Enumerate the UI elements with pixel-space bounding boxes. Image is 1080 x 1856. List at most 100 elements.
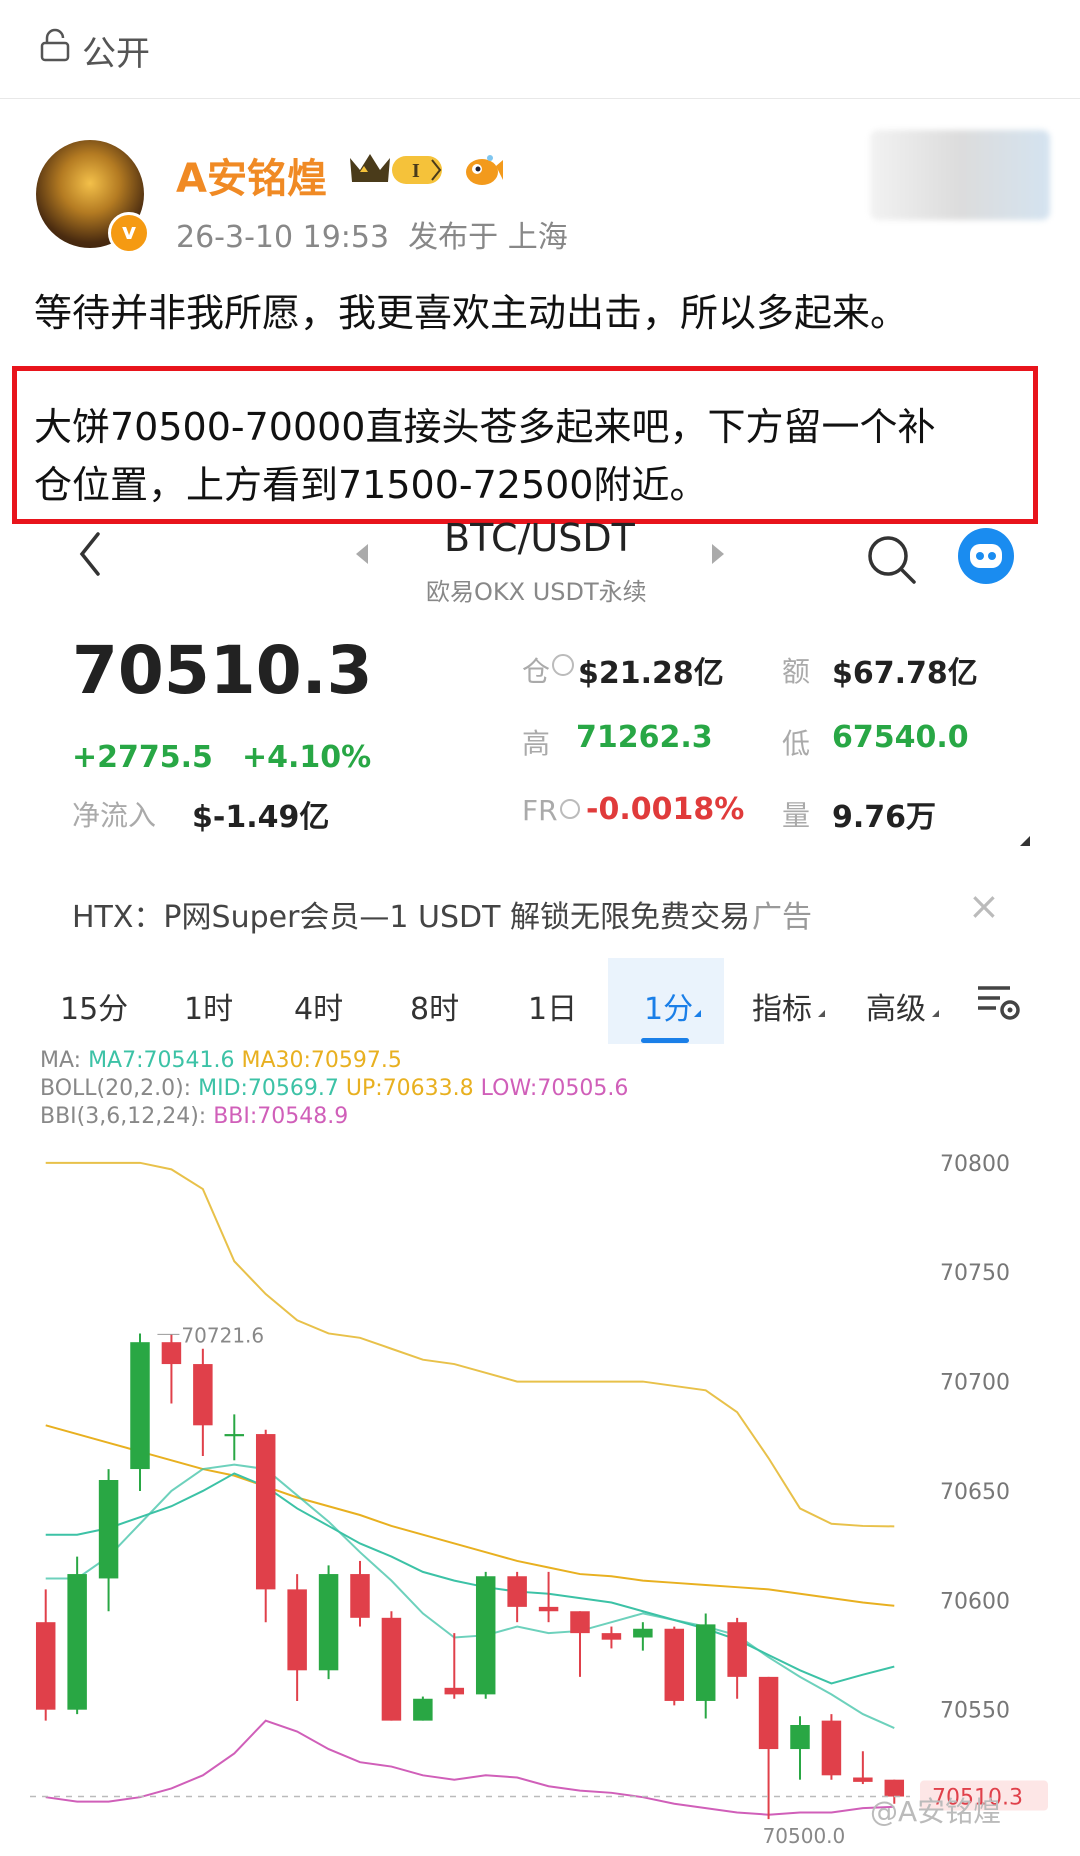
rank-badge-text: I	[412, 160, 420, 182]
candle-body	[98, 1480, 119, 1579]
y-tick-label: 70750	[940, 1261, 1010, 1286]
back-arrow-icon[interactable]	[78, 530, 102, 578]
post-text-line1: 等待并非我所愿，我更喜欢主动出击，所以多起来。	[34, 291, 909, 335]
low-label: 低	[782, 727, 811, 760]
bbi-legend-value: BBI:70548.9	[213, 1104, 349, 1129]
candle-body	[130, 1342, 150, 1470]
ma7-legend: MA7:70541.6	[88, 1048, 235, 1073]
candle-body	[255, 1434, 276, 1590]
max-price-label: 70721.6	[181, 1323, 264, 1347]
search-icon[interactable]	[864, 532, 920, 588]
tab-8h[interactable]: 8时	[410, 984, 459, 1028]
candle-body	[318, 1574, 339, 1671]
netflow-label: 净流入	[72, 799, 157, 832]
tab-1h[interactable]: 1时	[184, 984, 233, 1028]
candle-body	[821, 1720, 842, 1776]
vol-value: 9.76万	[832, 800, 937, 835]
crown-badge-icon: I	[350, 154, 442, 184]
vol-label: 量	[782, 799, 811, 832]
visibility-bar: 公开	[0, 0, 1080, 99]
tab-advanced-caret-icon	[932, 1010, 939, 1017]
visibility-label: 公开	[82, 34, 150, 74]
candle-body	[161, 1342, 182, 1365]
series-line-mid	[45, 1472, 895, 1685]
change-pct: +4.10%	[242, 740, 372, 775]
ad-text[interactable]: HTX：P网Super会员—1 USDT 解锁无限免费交易	[72, 892, 750, 936]
prev-pair-icon[interactable]	[356, 544, 368, 564]
candle-body	[538, 1606, 559, 1612]
tab-advanced[interactable]: 高级	[866, 984, 926, 1028]
tab-indicators-caret-icon	[818, 1010, 825, 1017]
assistant-robot-icon[interactable]	[958, 528, 1014, 584]
high-value: 71262.3	[576, 720, 713, 755]
ma30-legend: MA30:70597.5	[241, 1048, 402, 1073]
next-pair-icon[interactable]	[712, 544, 724, 564]
y-tick-label: 70650	[940, 1480, 1010, 1505]
candle-body	[381, 1617, 402, 1721]
timeframe-tabs: 15分 1时 4时 8时 1日 1分 指标 高级	[0, 958, 1080, 1044]
tab-1m-caret-icon	[694, 1010, 701, 1017]
netflow-value: $-1.49亿	[192, 800, 330, 835]
oi-value: $21.28亿	[578, 656, 724, 691]
ad-close-icon[interactable]: ×	[968, 884, 1000, 928]
candle-body	[695, 1624, 716, 1701]
ma-legend: MA: MA7:70541.6 MA30:70597.5	[40, 1048, 402, 1073]
candle-body	[727, 1622, 747, 1677]
tab-underline	[641, 1038, 689, 1043]
ad-tag: 广告	[752, 900, 812, 935]
bbi-legend-label: BBI(3,6,12,24):	[40, 1104, 207, 1129]
last-price: 70510.3	[72, 632, 373, 709]
candle-body	[475, 1576, 496, 1695]
tab-indicators[interactable]: 指标	[752, 984, 812, 1028]
username[interactable]: A安铭煌	[176, 146, 327, 204]
series-line-ma30	[45, 1424, 895, 1607]
y-tick-label: 70550	[940, 1699, 1010, 1724]
min-price-label: 70500.0	[763, 1824, 846, 1848]
bbi-legend: BBI(3,6,12,24): BBI:70548.9	[40, 1104, 348, 1129]
candle-body	[633, 1628, 653, 1638]
tab-15m[interactable]: 15分	[60, 984, 128, 1028]
post-location: 发布于 上海	[408, 220, 568, 255]
post-timestamp: 26-3-10 19:53	[176, 220, 390, 255]
candle-body	[853, 1777, 873, 1782]
candle-body	[350, 1574, 370, 1618]
tab-1d[interactable]: 1日	[528, 984, 577, 1028]
lock-icon	[40, 28, 70, 62]
fr-label: FR	[522, 794, 558, 827]
post-meta: 26-3-10 19:53 发布于 上海	[176, 212, 568, 256]
change-abs: +2775.5	[72, 740, 213, 775]
fish-icon	[466, 155, 503, 185]
candle-body	[67, 1574, 87, 1710]
boll-up-legend: UP:70633.8	[345, 1076, 474, 1101]
follow-button-blurred[interactable]	[870, 130, 1050, 220]
candle-body	[444, 1687, 465, 1695]
tab-1m[interactable]: 1分	[644, 984, 693, 1028]
pair-title: BTC/USDT	[444, 516, 635, 560]
tab-4h[interactable]: 4时	[294, 984, 343, 1028]
oi-label: 仓	[522, 655, 551, 688]
candle-body	[570, 1611, 590, 1634]
fr-value: -0.0018%	[586, 792, 745, 827]
candle-body	[790, 1725, 810, 1750]
boll-low-legend: LOW:70505.6	[480, 1076, 629, 1101]
candle-body	[507, 1576, 527, 1607]
candle-body	[758, 1676, 779, 1750]
low-value: 67540.0	[832, 720, 969, 755]
post-text-highlighted: 大饼70500-70000直接头苍多起来吧，下方留一个补 仓位置，上方看到715…	[34, 398, 1044, 514]
turnover-label: 额	[782, 655, 811, 688]
boll-legend: BOLL(20,2.0): MID:70569.7 UP:70633.8 LOW…	[40, 1076, 628, 1101]
candle-body	[601, 1633, 622, 1640]
info-icon[interactable]	[552, 654, 574, 676]
y-tick-label: 70700	[940, 1371, 1010, 1396]
candle-body	[413, 1698, 433, 1721]
candle-body	[287, 1589, 307, 1671]
kline-chart[interactable]: 70800 70750 70700 70650 70600 70550 70721.6 705…	[0, 1130, 1080, 1856]
fr-info-icon[interactable]	[560, 799, 580, 819]
chart-settings-icon[interactable]	[976, 982, 1022, 1022]
post-text-line2a: 大饼70500-70000直接头苍多起来吧，下方留一个补	[34, 405, 936, 449]
candle-body	[224, 1434, 245, 1437]
ma-legend-label: MA:	[40, 1048, 82, 1073]
turnover-value: $67.78亿	[832, 656, 978, 691]
expand-corner-icon[interactable]	[1020, 836, 1030, 846]
verified-icon: v	[108, 212, 150, 254]
